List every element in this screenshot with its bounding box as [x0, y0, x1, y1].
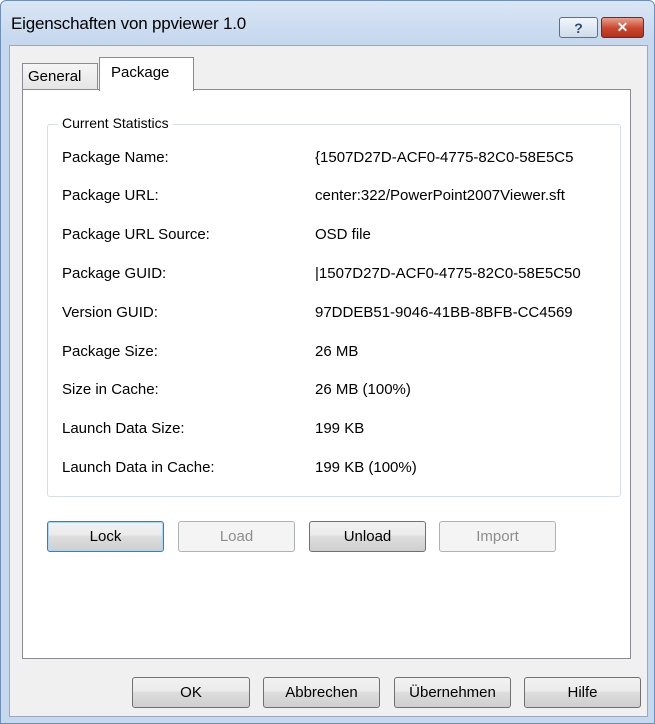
stat-label: Launch Data in Cache:	[62, 459, 215, 476]
help-button[interactable]: Hilfe	[524, 677, 641, 708]
stat-value[interactable]: 26 MB (100%)	[315, 381, 610, 398]
stat-label: Package URL:	[62, 187, 159, 204]
stat-row-launch-data-in-cache: Launch Data in Cache: 199 KB (100%)	[62, 459, 622, 481]
lock-button[interactable]: Lock	[47, 521, 164, 552]
close-button[interactable]: ✕	[601, 17, 644, 38]
ok-button[interactable]: OK	[132, 677, 250, 708]
stat-label: Launch Data Size:	[62, 420, 185, 437]
stat-row-package-url-source: Package URL Source: OSD file	[62, 226, 622, 248]
apply-button[interactable]: Übernehmen	[394, 677, 511, 708]
close-icon: ✕	[616, 19, 629, 35]
stat-label: Package Name:	[62, 149, 169, 166]
tab-general[interactable]: General	[22, 63, 98, 90]
title-bar[interactable]: Eigenschaften von ppviewer 1.0 ? ✕	[1, 1, 654, 45]
stat-label: Package URL Source:	[62, 226, 210, 243]
tab-package[interactable]: Package	[99, 57, 194, 91]
stat-value[interactable]: OSD file	[315, 226, 610, 243]
stat-row-version-guid: Version GUID: 97DDEB51-9046-41BB-8BFB-CC…	[62, 304, 622, 326]
stat-value[interactable]: center:322/PowerPoint2007Viewer.sft	[315, 187, 610, 204]
group-title: Current Statistics	[58, 115, 173, 131]
import-button[interactable]: Import	[439, 521, 556, 552]
stat-value[interactable]: 199 KB (100%)	[315, 459, 610, 476]
stat-row-package-size: Package Size: 26 MB	[62, 343, 622, 365]
stat-label: Version GUID:	[62, 304, 158, 321]
stat-label: Size in Cache:	[62, 381, 159, 398]
unload-button[interactable]: Unload	[309, 521, 426, 552]
load-button[interactable]: Load	[178, 521, 295, 552]
stat-row-launch-data-size: Launch Data Size: 199 KB	[62, 420, 622, 442]
stat-label: Package Size:	[62, 343, 158, 360]
stat-value[interactable]: {1507D27D-ACF0-4775-82C0-58E5C5	[315, 149, 610, 166]
stat-row-package-url: Package URL: center:322/PowerPoint2007Vi…	[62, 187, 622, 209]
stat-row-size-in-cache: Size in Cache: 26 MB (100%)	[62, 381, 622, 403]
stat-value[interactable]: 199 KB	[315, 420, 610, 437]
stat-value[interactable]: 97DDEB51-9046-41BB-8BFB-CC4569	[315, 304, 610, 321]
window-title: Eigenschaften von ppviewer 1.0	[11, 14, 246, 33]
stat-label: Package GUID:	[62, 265, 167, 282]
stat-row-package-guid: Package GUID: |1507D27D-ACF0-4775-82C0-5…	[62, 265, 622, 287]
stat-value[interactable]: 26 MB	[315, 343, 610, 360]
stat-row-package-name: Package Name: {1507D27D-ACF0-4775-82C0-5…	[62, 149, 622, 171]
help-title-button[interactable]: ?	[559, 17, 598, 38]
stat-value[interactable]: |1507D27D-ACF0-4775-82C0-58E5C50	[315, 265, 610, 282]
cancel-button[interactable]: Abbrechen	[263, 677, 380, 708]
question-icon: ?	[574, 19, 583, 36]
